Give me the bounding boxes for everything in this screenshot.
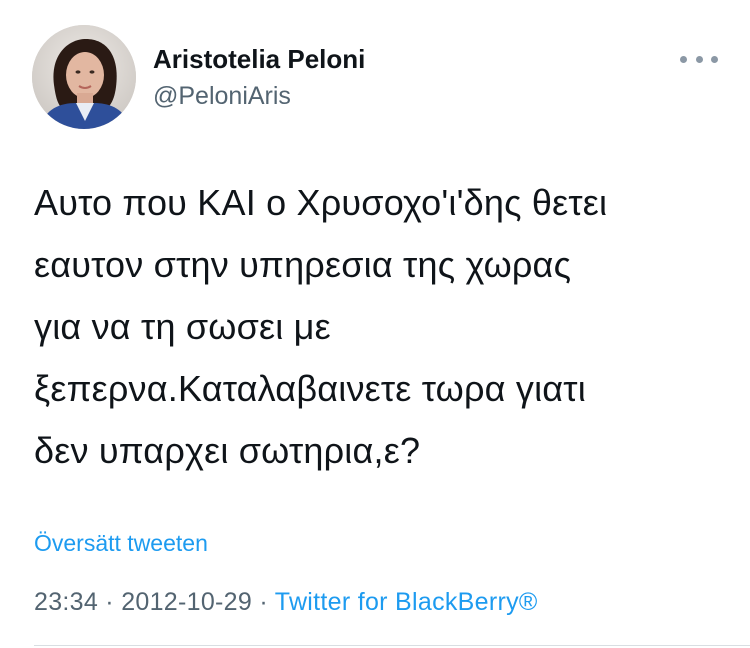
- tweet-text-line: ξεπερνα.Καταλαβαινετε τωρα γιατι: [34, 368, 586, 409]
- dot: [711, 55, 718, 63]
- tweet-text-line: δεν υπαρχει σωτηρια,ε?: [34, 430, 421, 471]
- tweet-date[interactable]: 2012-10-29: [121, 588, 252, 616]
- author-display-name[interactable]: Aristotelia Peloni: [153, 44, 365, 75]
- tweet-time[interactable]: 23:34: [34, 588, 98, 616]
- meta-separator: ·: [252, 588, 275, 616]
- tweet-card: Aristotelia Peloni @PeloniAris Αυτο που …: [0, 0, 750, 648]
- more-options-ellipsis-icon[interactable]: [680, 52, 718, 66]
- tweet-text-line: εαυτον στην υπηρεσια της χωρας: [34, 244, 572, 285]
- tweet-source-link[interactable]: Twitter for BlackBerry®: [275, 588, 538, 616]
- avatar-portrait-icon: [32, 25, 136, 129]
- avatar[interactable]: [32, 25, 136, 129]
- author-handle[interactable]: @PeloniAris: [153, 82, 291, 111]
- tweet-text-line: για να τη σωσει με: [34, 306, 331, 347]
- meta-separator: ·: [98, 588, 122, 616]
- translate-tweet-link[interactable]: Översätt tweeten: [34, 530, 208, 557]
- dot: [680, 55, 687, 63]
- tweet-meta: 23:34 · 2012-10-29 · Twitter for BlackBe…: [34, 588, 538, 617]
- dot: [695, 55, 703, 63]
- tweet-text-line: Αυτο που ΚΑΙ ο Χρυσοχο'ι'δης θετει: [34, 182, 608, 223]
- tweet-text: Αυτο που ΚΑΙ ο Χρυσοχο'ι'δης θετει εαυτο…: [34, 172, 734, 482]
- divider: [34, 645, 750, 646]
